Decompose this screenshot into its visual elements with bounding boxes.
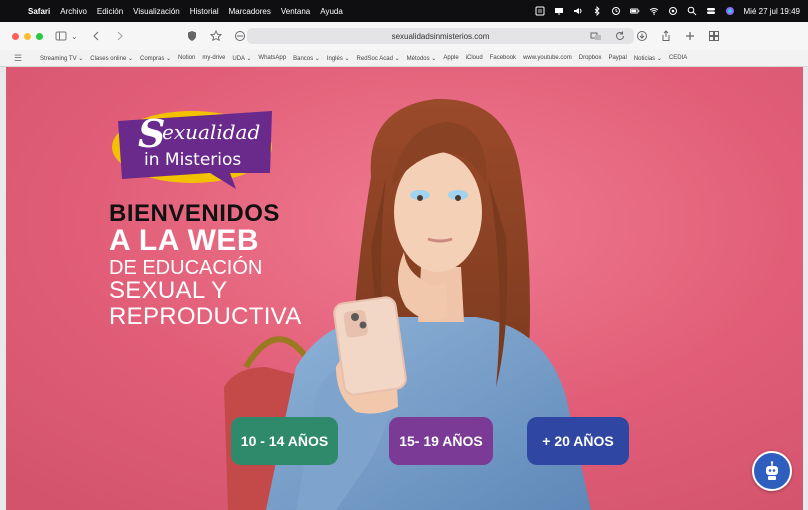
menu-edicion[interactable]: Edición [97,7,123,16]
forward-icon[interactable] [114,30,126,42]
age-20-plus-button[interactable]: + 20 AÑOS [527,417,629,465]
address-bar[interactable]: sexualidadsinmisterios.com [247,28,634,44]
hero-headline: BIENVENIDOS A LA WEB DE EDUCACIÓN SEXUAL… [109,202,302,330]
menu-app-name[interactable]: Safari [28,7,50,16]
age-10-14-label: 10 - 14 AÑOS [240,433,329,449]
headline-line3: DE EDUCACIÓN [109,257,263,279]
age-20-plus-label: + 20 AÑOS [542,433,614,449]
menu-archivo[interactable]: Archivo [60,7,87,16]
bookmark-item[interactable]: Clases online ⌄ [90,55,133,62]
bookmark-item[interactable]: iCloud [466,55,483,61]
downloads-icon[interactable] [636,30,648,42]
bookmark-item[interactable]: Paypal [608,55,626,61]
volume-icon[interactable] [573,6,583,16]
accessibility-button[interactable] [752,451,792,491]
menu-ventana[interactable]: Ventana [281,7,310,16]
logo-badge: S exualidad in Misterios [112,111,272,189]
siri-icon[interactable] [725,6,735,16]
back-icon[interactable] [90,30,102,42]
menu-visualizacion[interactable]: Visualización [133,7,180,16]
site-logo[interactable]: S exualidad in Misterios [110,107,280,202]
logo-text-line1: exualidad [162,120,260,144]
sidebar-toggle-icon[interactable] [55,30,67,42]
battery-icon[interactable] [629,6,640,16]
bookmark-item[interactable]: Compras ⌄ [140,55,171,62]
address-bar-url[interactable]: sexualidadsinmisterios.com [392,32,490,41]
safari-toolbar: ⌄ sexualidadsinmisterios.com [0,22,808,50]
reload-icon[interactable] [614,30,626,42]
bookmark-item[interactable]: Métodos ⌄ [407,55,437,62]
bookmark-item[interactable]: Dropbox [579,55,602,61]
bookmark-item[interactable]: WhatsApp [258,55,286,61]
bluetooth-icon[interactable] [592,6,602,16]
headline-line2: A LA WEB [109,224,260,257]
bookmark-item[interactable]: Apple [443,55,458,61]
window-controls [0,32,43,40]
age-10-14-button[interactable]: 10 - 14 AÑOS [231,417,338,465]
menu-historial[interactable]: Historial [190,7,219,16]
time-machine-icon[interactable] [611,6,621,16]
bookmark-item[interactable]: Bancos ⌄ [293,55,320,62]
screen-share-icon[interactable] [554,6,564,16]
share-icon[interactable] [660,30,672,42]
zoom-window-button[interactable] [36,32,43,40]
close-window-button[interactable] [12,32,19,40]
bookmark-item[interactable]: www.youtube.com [523,55,572,61]
headline-line4: SEXUAL Y [109,277,228,304]
spotlight-search-icon[interactable] [687,6,697,16]
menu-marcadores[interactable]: Marcadores [229,7,271,16]
minimize-window-button[interactable] [24,32,31,40]
web-content: S exualidad in Misterios BIENVENIDOS A L… [6,67,803,510]
bookmarks-bar: ☰ Streaming TV ⌄ Clases online ⌄ Compras… [0,50,808,67]
bookmarks-sidebar-icon[interactable]: ☰ [14,53,28,64]
macos-menubar: Safari Archivo Edición Visualización His… [0,0,808,22]
bookmark-item[interactable]: RedSoc Acad ⌄ [357,55,400,62]
bookmark-item[interactable]: Notion [178,55,195,61]
robot-icon [766,461,778,480]
logo-text-line2: in Misterios [144,150,241,170]
privacy-shield-icon[interactable] [186,30,198,42]
sidebar-chevron-icon[interactable]: ⌄ [71,32,78,41]
age-15-19-label: 15- 19 AÑOS [399,433,483,449]
bookmark-item[interactable]: Inglés ⌄ [327,55,350,62]
translate-icon[interactable] [590,30,602,42]
bookmark-item[interactable]: Streaming TV ⌄ [40,55,83,62]
bookmark-item[interactable]: Facebook [490,55,516,61]
new-tab-icon[interactable] [684,30,696,42]
wifi-icon[interactable] [649,6,659,16]
tab-overview-icon[interactable] [708,30,720,42]
headline-line1: BIENVENIDOS [109,200,280,227]
menubar-clock[interactable]: Mié 27 jul 19:49 [744,7,800,16]
bookmark-item[interactable]: UDA ⌄ [232,55,251,62]
bookmark-star-icon[interactable] [210,30,222,42]
menu-ayuda[interactable]: Ayuda [320,7,343,16]
extension-icon[interactable] [234,30,246,42]
control-center-icon[interactable] [668,6,678,16]
bookmark-item[interactable]: Noticias ⌄ [634,55,662,62]
bookmark-item[interactable]: CEDIA [669,55,687,61]
shield-status-icon[interactable] [535,6,545,16]
headline-line5: REPRODUCTIVA [109,303,302,330]
bookmark-item[interactable]: my-drive [202,55,225,61]
age-15-19-button[interactable]: 15- 19 AÑOS [389,417,493,465]
switches-icon[interactable] [706,6,716,16]
